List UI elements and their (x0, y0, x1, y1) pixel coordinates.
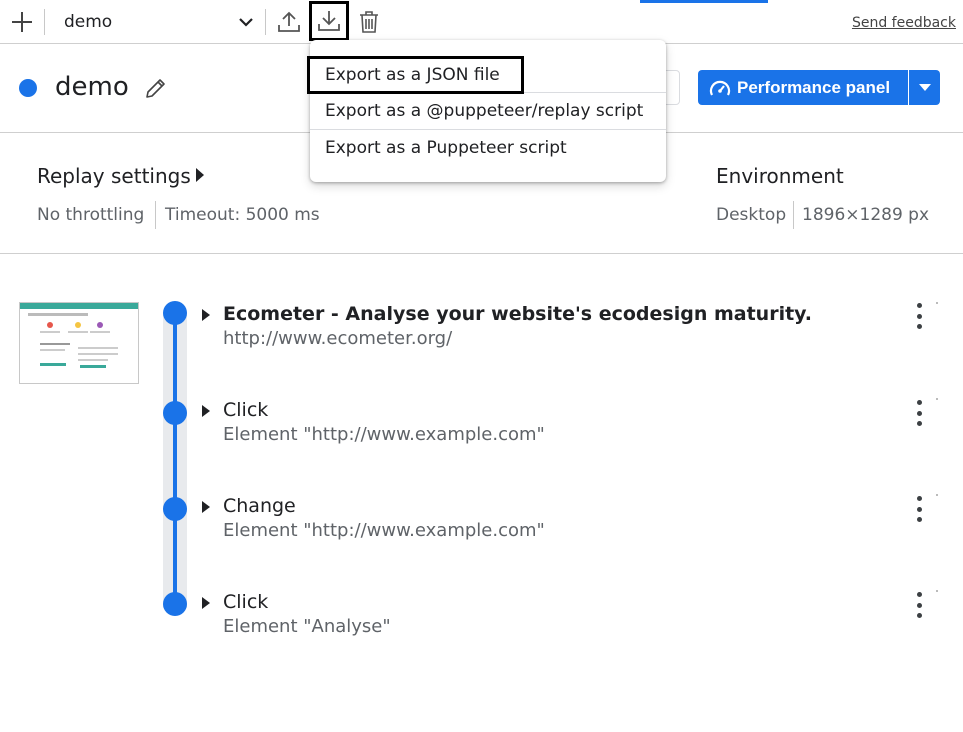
send-feedback-link[interactable]: Send feedback (852, 15, 956, 31)
step-title[interactable]: Click (223, 591, 268, 613)
delete-recording-button[interactable] (356, 8, 382, 36)
recording-title[interactable]: demo (55, 72, 129, 102)
throttling-value: No throttling (37, 205, 145, 225)
recording-status-dot (19, 79, 37, 97)
replay-settings-title[interactable]: Replay settings (37, 164, 191, 188)
performance-panel-label: Performance panel (737, 77, 891, 97)
upload-icon (278, 11, 300, 32)
toolbar-divider (44, 9, 45, 35)
step-title[interactable]: Change (223, 495, 296, 517)
step-subtitle: http://www.ecometer.org/ (223, 328, 453, 349)
create-recording-button[interactable] (8, 8, 36, 36)
recording-select[interactable]: demo (56, 6, 262, 38)
device-value: Desktop (716, 205, 787, 225)
settings-divider (793, 201, 794, 229)
step-marker (163, 301, 187, 325)
timeout-value: Timeout: 5000 ms (165, 205, 320, 225)
export-json-label: Export as a JSON file (325, 64, 500, 85)
plus-icon (12, 12, 32, 32)
step-subtitle: Element "http://www.example.com" (223, 424, 545, 445)
step-tick (936, 398, 938, 400)
page-screenshot-thumbnail[interactable] (19, 302, 139, 384)
caret-down-icon (918, 83, 931, 91)
step-marker (163, 497, 187, 521)
replay-settings-label: Replay settings (37, 164, 191, 188)
export-replay-script-item[interactable]: Export as a @puppeteer/replay script (310, 92, 666, 129)
export-puppeteer-script-item[interactable]: Export as a Puppeteer script (310, 129, 666, 166)
step-marker (163, 592, 187, 616)
step-subtitle: Element "http://www.example.com" (223, 520, 545, 541)
speedometer-icon (709, 80, 731, 96)
page-thumbnail-image (20, 303, 138, 368)
export-replay-script-label: Export as a @puppeteer/replay script (325, 101, 644, 121)
download-icon (318, 11, 340, 31)
step-tick (936, 494, 938, 496)
performance-panel-button[interactable]: Performance panel (698, 70, 908, 105)
timeline-line (173, 312, 177, 608)
export-json-item[interactable]: Export as a JSON file (310, 56, 666, 93)
performance-panel-dropdown[interactable] (909, 70, 940, 105)
step-menu-icon[interactable] (912, 496, 926, 522)
environment-title: Environment (716, 164, 844, 188)
settings-divider (155, 201, 156, 229)
viewport-value: 1896×1289 px (802, 205, 930, 225)
recording-select-value: demo (64, 12, 113, 32)
expand-step-arrow-icon[interactable] (202, 597, 210, 609)
toolbar-divider (265, 9, 266, 35)
step-tick (936, 590, 938, 592)
step-marker (163, 401, 187, 425)
expand-step-arrow-icon[interactable] (202, 405, 210, 417)
caret-right-icon[interactable] (196, 168, 205, 182)
step-menu-icon[interactable] (912, 592, 926, 618)
step-menu-icon[interactable] (912, 400, 926, 426)
step-tick (936, 302, 938, 304)
step-menu-icon[interactable] (912, 303, 926, 329)
trash-icon (360, 11, 378, 33)
expand-step-arrow-icon[interactable] (202, 309, 210, 321)
step-title[interactable]: Ecometer - Analyse your website's ecodes… (223, 303, 812, 325)
expand-step-arrow-icon[interactable] (202, 501, 210, 513)
import-recording-button[interactable] (275, 8, 303, 36)
step-subtitle: Element "Analyse" (223, 616, 391, 637)
chevron-down-icon (239, 18, 253, 27)
export-menu: Export as a JSON file Export as a @puppe… (310, 40, 666, 182)
active-indicator (640, 0, 768, 3)
pencil-icon (146, 79, 165, 98)
export-recording-button[interactable] (309, 1, 349, 41)
step-title[interactable]: Click (223, 399, 268, 421)
recorder-toolbar: demo Send feedback (0, 0, 963, 44)
edit-title-button[interactable] (144, 76, 168, 104)
export-puppeteer-script-label: Export as a Puppeteer script (325, 138, 567, 158)
